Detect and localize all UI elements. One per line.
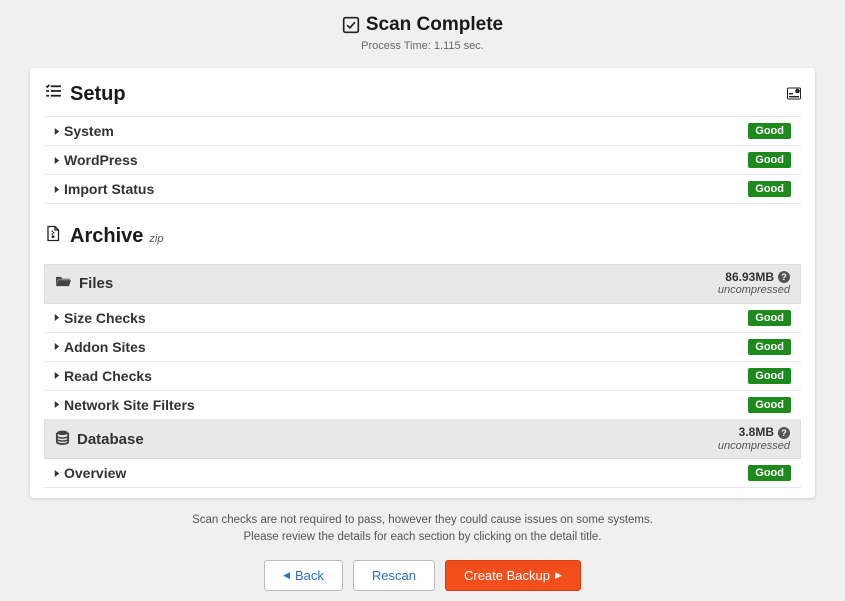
scan-item-addon-sites[interactable]: Addon Sites Good [44,333,801,362]
caret-right-icon [52,185,60,193]
scan-header: Scan Complete Process Time: 1.115 sec. [0,0,845,58]
scan-title-text: Scan Complete [366,14,503,36]
group-size: 3.8MB [739,426,774,440]
scan-item-label: Overview [64,465,126,481]
scan-item-wordpress[interactable]: WordPress Good [44,146,801,175]
status-badge: Good [748,152,791,168]
scan-item-label: Addon Sites [64,339,146,355]
folder-open-icon [55,275,72,292]
help-icon[interactable]: ? [778,427,790,439]
status-badge: Good [748,368,791,384]
help-icon[interactable]: ? [778,271,790,283]
create-backup-button-label: Create Backup [464,568,550,583]
rescan-button[interactable]: Rescan [353,560,435,591]
scan-item-label: Network Site Filters [64,397,195,413]
group-header-database: Database 3.8MB ? uncompressed [44,420,801,459]
archive-file-icon [44,224,62,242]
status-badge: Good [748,181,791,197]
section-header-setup: Setup [44,76,801,116]
status-badge: Good [748,310,791,326]
status-badge: Good [748,123,791,139]
process-time-label: Process Time: 1.115 sec. [0,40,845,52]
package-status-icon [787,87,801,101]
section-title-setup: Setup [70,83,126,106]
scan-item-label: Import Status [64,181,154,197]
setup-items: System Good WordPress Good Import Status… [44,116,801,204]
database-icon [55,430,70,449]
caret-right-icon [52,127,60,135]
footer-note: Scan checks are not required to pass, ho… [30,512,815,545]
caret-right-icon [52,401,60,409]
group-title: Database [77,431,144,448]
status-badge: Good [748,465,791,481]
status-badge: Good [748,397,791,413]
scan-item-overview[interactable]: Overview Good [44,459,801,488]
back-button-label: Back [295,568,324,583]
group-state: uncompressed [718,440,790,452]
caret-right-icon [52,372,60,380]
section-title-archive: Archive [70,225,143,248]
scan-results-card: Setup System Good [30,68,815,498]
archive-format-label: zip [149,233,163,245]
group-size: 86.93MB [725,271,774,285]
group-header-files: Files 86.93MB ? uncompressed [44,264,801,304]
caret-right-icon [52,314,60,322]
scan-item-read-checks[interactable]: Read Checks Good [44,362,801,391]
caret-right-icon [52,343,60,351]
scan-item-label: WordPress [64,152,138,168]
create-backup-button[interactable]: Create Backup ▶ [445,560,581,591]
rescan-button-label: Rescan [372,568,416,583]
triangle-right-icon: ▶ [555,571,562,580]
triangle-left-icon: ◀ [283,571,290,580]
scan-item-label: Size Checks [64,310,146,326]
checkmark-square-icon [342,16,360,34]
checklist-icon [44,82,62,100]
caret-right-icon [52,469,60,477]
scan-item-system[interactable]: System Good [44,116,801,146]
group-title: Files [79,275,113,292]
footer-note-line1: Scan checks are not required to pass, ho… [192,514,653,526]
scan-item-label: System [64,123,114,139]
scan-item-network-site-filters[interactable]: Network Site Filters Good [44,391,801,420]
section-header-archive: Archive zip [44,204,801,258]
scan-item-label: Read Checks [64,368,152,384]
caret-right-icon [52,156,60,164]
status-badge: Good [748,339,791,355]
action-buttons: ◀ Back Rescan Create Backup ▶ [0,560,845,591]
group-state: uncompressed [718,284,790,296]
footer-note-line2: Please review the details for each secti… [244,531,602,543]
scan-item-size-checks[interactable]: Size Checks Good [44,304,801,333]
back-button[interactable]: ◀ Back [264,560,343,591]
scan-item-import-status[interactable]: Import Status Good [44,175,801,204]
scan-title: Scan Complete [342,14,503,36]
